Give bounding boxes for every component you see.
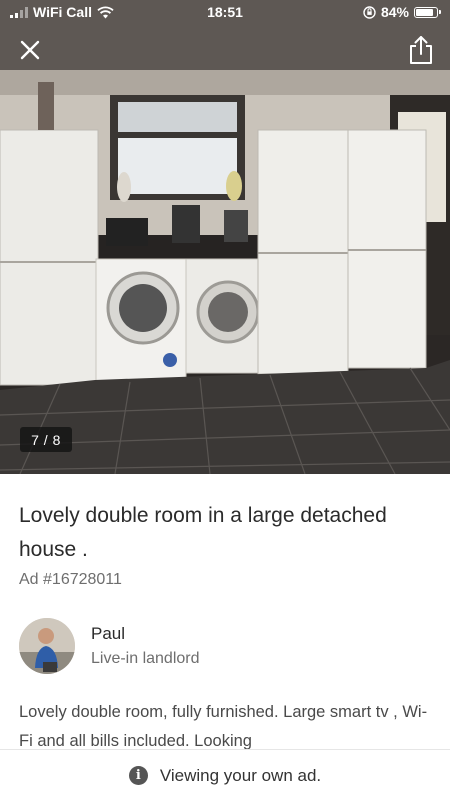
close-icon xyxy=(20,40,40,60)
seller-role: Live-in landlord xyxy=(91,650,200,667)
seller-photo xyxy=(19,618,75,674)
own-ad-message: Viewing your own ad. xyxy=(159,765,322,785)
listing-title: Lovely double room in a large detached h… xyxy=(19,504,387,561)
battery-icon xyxy=(414,6,441,18)
seller-name[interactable]: Paul xyxy=(91,624,125,644)
listing-photo[interactable]: WiFi Call 18:51 84% 7 / 8 xyxy=(0,0,450,474)
battery-percent: 84% xyxy=(380,4,409,20)
ad-id: Ad #16728011 xyxy=(19,571,122,588)
info-icon: i xyxy=(128,766,148,785)
orientation-lock-icon xyxy=(363,5,376,19)
listing-description: Lovely double room, fully furnished. Lar… xyxy=(19,703,428,750)
status-bar: WiFi Call 18:51 84% xyxy=(0,0,450,26)
status-right: 84% xyxy=(363,4,441,20)
own-ad-banner: i Viewing your own ad. xyxy=(0,749,450,801)
photo-counter: 7 / 8 xyxy=(20,427,72,452)
share-button[interactable] xyxy=(406,34,436,66)
avatar[interactable] xyxy=(19,618,75,674)
share-icon xyxy=(410,36,432,64)
kitchen-photo xyxy=(0,0,450,474)
close-button[interactable] xyxy=(16,36,44,64)
